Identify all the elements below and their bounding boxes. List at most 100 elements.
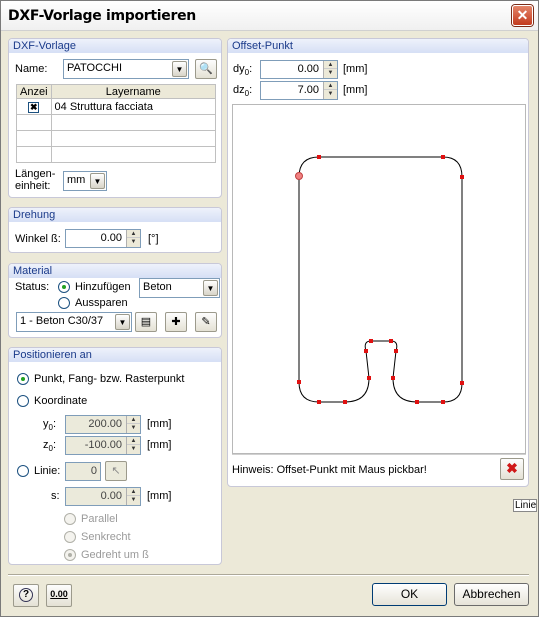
radio-hinzufuegen-label[interactable]: Hinzufügen <box>75 281 131 293</box>
status-label: Status: <box>15 281 50 293</box>
chevron-down-icon[interactable]: ▼ <box>172 61 187 77</box>
radio-punkt-label[interactable]: Punkt, Fang- bzw. Rasterpunkt <box>34 373 184 385</box>
radio-linie[interactable] <box>17 465 29 477</box>
vertex-point[interactable] <box>317 155 321 159</box>
radio-aussparen[interactable] <box>58 297 70 309</box>
spin-up-icon[interactable]: ▲ <box>127 437 140 445</box>
vertex-point[interactable] <box>441 155 445 159</box>
template-name-select[interactable]: PATOCCHI ▼ <box>63 59 189 79</box>
layer-name-cell[interactable] <box>50 146 217 163</box>
group-material-header: Material <box>9 264 221 278</box>
offset-point-marker[interactable] <box>295 172 303 180</box>
vertex-point[interactable] <box>367 376 371 380</box>
material-select[interactable]: 1 - Beton C30/37 ▼ <box>16 312 132 332</box>
length-unit-select[interactable]: mm ▼ <box>63 171 107 191</box>
layer-checkbox-cell[interactable] <box>16 130 52 147</box>
table-row[interactable]: ✖ 04 Struttura facciata <box>16 98 217 115</box>
radio-parallel[interactable] <box>64 513 76 525</box>
radio-koordinate[interactable] <box>17 395 29 407</box>
dz0-spinner[interactable]: ▲ ▼ <box>323 82 337 99</box>
radio-punkt[interactable] <box>17 373 29 385</box>
spin-up-icon[interactable]: ▲ <box>324 82 337 90</box>
clear-offset-button[interactable]: ✖ <box>500 458 524 480</box>
column-header-anzei: Anzei <box>16 84 52 99</box>
layer-checkbox-cell[interactable] <box>16 114 52 131</box>
chevron-down-icon[interactable]: ▼ <box>203 280 218 296</box>
s-spinner[interactable]: ▲ ▼ <box>126 488 140 505</box>
spin-down-icon[interactable]: ▼ <box>127 445 140 453</box>
spin-up-icon[interactable]: ▲ <box>127 488 140 496</box>
material-type-select[interactable]: Beton ▼ <box>139 278 220 298</box>
dxf-preview-canvas[interactable] <box>232 104 526 454</box>
chevron-down-icon[interactable]: ▼ <box>115 314 130 330</box>
cancel-button[interactable]: Abbrechen <box>454 583 529 606</box>
vertex-point[interactable] <box>343 400 347 404</box>
line-number-input[interactable]: 0 <box>65 462 101 481</box>
vertex-point[interactable] <box>297 380 301 384</box>
table-row[interactable] <box>16 130 217 147</box>
table-row[interactable] <box>16 114 217 131</box>
spin-down-icon[interactable]: ▼ <box>324 69 337 77</box>
winkel-spinner[interactable]: ▲ ▼ <box>126 230 140 247</box>
edit-material-button[interactable]: ✎ <box>195 312 217 332</box>
dialog-window: DXF-Vorlage importieren ✕ DXF-Vorlage Na… <box>0 0 539 617</box>
layer-checkbox[interactable]: ✖ <box>28 101 40 113</box>
radio-aussparen-label[interactable]: Aussparen <box>75 297 128 309</box>
vertex-point[interactable] <box>389 339 393 343</box>
vertex-point[interactable] <box>415 400 419 404</box>
spin-up-icon[interactable]: ▲ <box>127 416 140 424</box>
radio-gedreht[interactable] <box>64 549 76 561</box>
spin-down-icon[interactable]: ▼ <box>127 496 140 504</box>
vertex-point[interactable] <box>460 175 464 179</box>
group-material: Material Status: Hinzufügen Beton ▼ Auss… <box>8 263 222 338</box>
radio-hinzufuegen[interactable] <box>58 281 70 293</box>
dxf-shape-drawing[interactable] <box>233 105 527 455</box>
layer-name-cell[interactable] <box>50 130 217 147</box>
group-dxf-vorlage-header: DXF-Vorlage <box>9 39 221 53</box>
layer-name-cell[interactable] <box>50 114 217 131</box>
spin-up-icon[interactable]: ▲ <box>127 230 140 238</box>
vertex-point[interactable] <box>441 400 445 404</box>
layer-name-cell[interactable]: 04 Struttura facciata <box>50 98 217 115</box>
pick-line-button[interactable]: ↖ <box>105 461 127 481</box>
spin-down-icon[interactable]: ▼ <box>127 424 140 432</box>
spin-down-icon[interactable]: ▼ <box>324 90 337 98</box>
vertex-point[interactable] <box>394 349 398 353</box>
y0-unit: [mm] <box>147 418 172 430</box>
radio-senkrecht-label[interactable]: Senkrecht <box>81 531 131 543</box>
dy0-spinner[interactable]: ▲ ▼ <box>323 61 337 78</box>
vertex-point[interactable] <box>369 339 373 343</box>
spin-up-icon[interactable]: ▲ <box>324 61 337 69</box>
layer-checkbox-cell[interactable] <box>16 146 52 163</box>
z0-spinner[interactable]: ▲ ▼ <box>126 437 140 454</box>
units-decimals-button[interactable]: 0.00 <box>46 584 72 607</box>
new-material-button[interactable]: ✚ <box>165 312 187 332</box>
browse-templates-button[interactable]: 🔍 <box>195 59 217 79</box>
z0-label: z0: <box>43 439 57 454</box>
vertex-point[interactable] <box>460 381 464 385</box>
vertex-point[interactable] <box>364 349 368 353</box>
close-button[interactable]: ✕ <box>512 5 533 26</box>
table-row[interactable] <box>16 146 217 163</box>
radio-senkrecht[interactable] <box>64 531 76 543</box>
ok-button[interactable]: OK <box>372 583 447 606</box>
layer-checkbox-cell[interactable]: ✖ <box>16 98 52 115</box>
vertex-point[interactable] <box>391 376 395 380</box>
s-value: 0.00 <box>100 490 122 502</box>
edit-icon: ✎ <box>201 316 211 328</box>
radio-gedreht-label[interactable]: Gedreht um ß <box>81 549 149 561</box>
radio-koordinate-label[interactable]: Koordinate <box>34 395 87 407</box>
radio-parallel-label[interactable]: Parallel <box>81 513 118 525</box>
column-header-layername: Layername <box>50 84 217 99</box>
spin-down-icon[interactable]: ▼ <box>127 238 140 246</box>
dy0-value: 0.00 <box>297 63 319 75</box>
z0-value: -100.00 <box>84 439 122 451</box>
radio-linie-label[interactable]: Linie: <box>34 465 60 477</box>
y0-spinner[interactable]: ▲ ▼ <box>126 416 140 433</box>
help-button[interactable]: ? <box>13 584 39 607</box>
chevron-down-icon[interactable]: ▼ <box>90 173 105 189</box>
winkel-unit: [°] <box>148 233 159 245</box>
shape-outline <box>298 156 463 403</box>
material-library-button[interactable]: ▤ <box>135 312 157 332</box>
vertex-point[interactable] <box>317 400 321 404</box>
